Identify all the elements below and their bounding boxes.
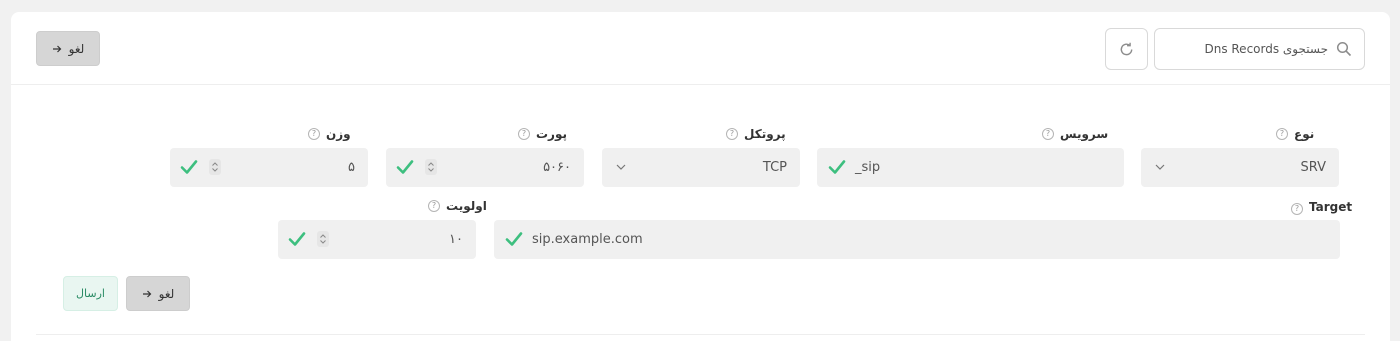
priority-value: ۱۰	[449, 232, 463, 247]
help-icon[interactable]: ?	[518, 128, 530, 140]
priority-field[interactable]: ۱۰	[278, 220, 476, 259]
search-icon	[1336, 41, 1352, 57]
search-input[interactable]: جستجوی Dns Records	[1154, 28, 1365, 70]
protocol-select[interactable]: TCP	[602, 148, 800, 187]
target-field[interactable]: sip.example.com	[494, 220, 1340, 259]
check-icon	[288, 232, 306, 246]
help-icon[interactable]: ?	[308, 128, 320, 140]
check-icon	[828, 160, 846, 174]
weight-field[interactable]: ۵	[170, 148, 368, 187]
stepper-icon[interactable]	[317, 231, 329, 247]
submit-label: ارسال	[76, 287, 105, 300]
stepper-icon[interactable]	[425, 159, 437, 175]
refresh-icon	[1120, 42, 1133, 55]
help-icon[interactable]: ?	[1291, 203, 1303, 215]
help-icon[interactable]: ?	[1276, 128, 1288, 140]
arrow-right-icon	[142, 290, 152, 297]
service-label: ? سرویس	[1042, 127, 1108, 141]
stepper-icon[interactable]	[209, 159, 221, 175]
port-value: ۵۰۶۰	[543, 160, 571, 175]
help-icon[interactable]: ?	[1042, 128, 1054, 140]
protocol-value: TCP	[762, 160, 787, 175]
toolbar: لغو جستجوی Dns Records	[11, 12, 1390, 85]
srv-record-form: ? نوع ? سرویس ? پروتکل ? پورت ? وزن SRV …	[36, 85, 1365, 335]
help-icon[interactable]: ?	[428, 200, 440, 212]
check-icon	[396, 160, 414, 174]
chevron-down-icon	[616, 164, 626, 170]
cancel-button[interactable]: لغو	[36, 31, 100, 66]
arrow-right-icon	[52, 45, 62, 52]
target-value: sip.example.com	[532, 232, 643, 247]
refresh-button[interactable]	[1105, 28, 1148, 70]
type-label: ? نوع	[1276, 127, 1314, 141]
weight-value: ۵	[348, 160, 355, 175]
port-field[interactable]: ۵۰۶۰	[386, 148, 584, 187]
port-label: ? پورت	[518, 127, 567, 141]
type-value: SRV	[1300, 160, 1326, 175]
type-select[interactable]: SRV	[1141, 148, 1339, 187]
check-icon	[505, 232, 523, 246]
dns-record-card: لغو جستجوی Dns Records ? نوع ? سرویس ? پ…	[11, 12, 1390, 341]
submit-button[interactable]: ارسال	[63, 276, 118, 311]
cancel-label: لغو	[158, 286, 175, 301]
weight-label: ? وزن	[308, 127, 351, 141]
check-icon	[180, 160, 198, 174]
search-placeholder: جستجوی Dns Records	[1204, 42, 1328, 56]
chevron-down-icon	[1155, 164, 1165, 170]
protocol-label: ? پروتکل	[726, 127, 786, 141]
form-cancel-button[interactable]: لغو	[126, 276, 190, 311]
priority-label: ? اولویت	[428, 199, 487, 213]
service-field[interactable]: _sip	[817, 148, 1124, 187]
target-label: ? Target	[1291, 199, 1352, 215]
cancel-label: لغو	[68, 41, 85, 56]
help-icon[interactable]: ?	[726, 128, 738, 140]
service-value: _sip	[855, 160, 881, 175]
